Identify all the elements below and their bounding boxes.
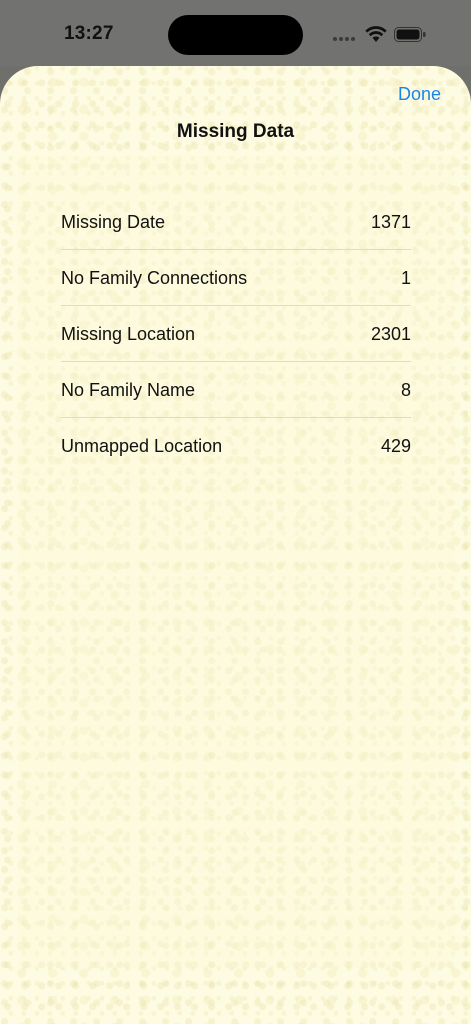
signal-dots-icon bbox=[333, 37, 359, 41]
wifi-icon bbox=[365, 26, 387, 42]
battery-icon bbox=[394, 27, 426, 42]
done-button[interactable]: Done bbox=[398, 84, 441, 105]
row-label: Missing Date bbox=[61, 212, 166, 232]
row-value: 2301 bbox=[370, 324, 411, 344]
list-item-no-family-connections: No Family Connections 1 bbox=[61, 250, 411, 306]
row-value: 1371 bbox=[370, 212, 411, 232]
row-label: No Family Connections bbox=[61, 268, 248, 288]
status-bar: 13:27 bbox=[0, 0, 471, 66]
list-item-no-family-name: No Family Name 8 bbox=[61, 362, 411, 418]
row-label: Unmapped Location bbox=[61, 436, 223, 456]
list-item-missing-date: Missing Date 1371 bbox=[61, 194, 411, 250]
row-value: 429 bbox=[380, 436, 411, 456]
row-value: 1 bbox=[400, 268, 411, 288]
row-label: No Family Name bbox=[61, 380, 196, 400]
list-item-missing-location: Missing Location 2301 bbox=[61, 306, 411, 362]
status-time: 13:27 bbox=[64, 23, 114, 44]
missing-data-sheet: Done Missing Data Missing Date 1371 No F… bbox=[0, 66, 471, 1024]
list-item-unmapped-location: Unmapped Location 429 bbox=[61, 418, 411, 473]
missing-data-list: Missing Date 1371 No Family Connections … bbox=[61, 194, 411, 473]
row-value: 8 bbox=[400, 380, 411, 400]
row-label: Missing Location bbox=[61, 324, 196, 344]
dynamic-island bbox=[168, 15, 303, 55]
sheet-title: Missing Data bbox=[176, 121, 295, 142]
